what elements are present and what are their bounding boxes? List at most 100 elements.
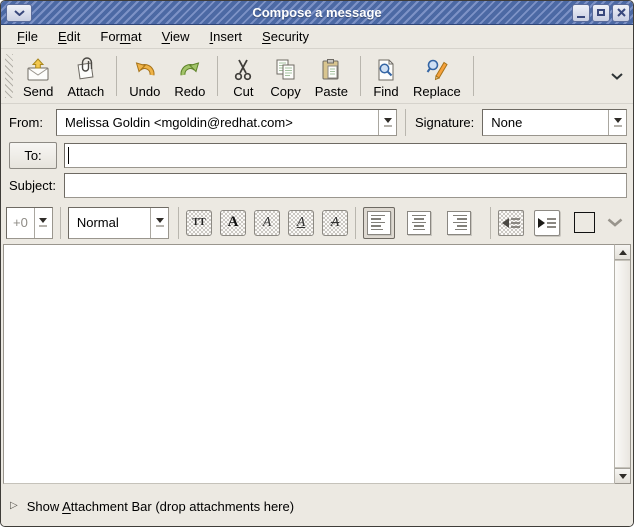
underline-toggle[interactable]: A [288, 210, 314, 236]
subject-input[interactable] [65, 174, 626, 197]
copy-button[interactable]: Copy [263, 51, 307, 101]
strikethrough-icon: A [331, 215, 340, 231]
strikethrough-toggle[interactable]: A [322, 210, 348, 236]
to-row: To: [1, 140, 633, 170]
attach-button[interactable]: Attach [60, 51, 111, 101]
redo-button[interactable]: Redo [167, 51, 212, 101]
italic-toggle[interactable]: A [254, 210, 280, 236]
subject-label: Subject: [9, 178, 56, 193]
to-input[interactable] [65, 144, 626, 167]
unindent-lines [511, 218, 520, 228]
send-button[interactable]: Send [16, 51, 60, 101]
undo-icon [132, 57, 158, 83]
toolbar-separator [473, 56, 474, 96]
menu-insert[interactable]: Insert [200, 25, 253, 48]
from-combobox[interactable]: Melissa Goldin <mgoldin@redhat.com> [56, 109, 397, 136]
menu-view[interactable]: View [152, 25, 200, 48]
row-separator [405, 109, 406, 136]
align-center-toggle[interactable] [403, 207, 435, 239]
indent-icon [538, 218, 545, 228]
undo-button[interactable]: Undo [122, 51, 167, 101]
indent-button[interactable] [534, 210, 560, 236]
paste-icon [318, 57, 344, 83]
redo-icon [177, 57, 203, 83]
attachment-bar-label[interactable]: Show Attachment Bar (drop attachments he… [27, 499, 294, 514]
format-toolbar: +0 Normal TT A A A A [1, 201, 633, 244]
toolbar-separator [360, 56, 361, 96]
tool-label: Cut [233, 84, 253, 99]
toolbar-drag-handle[interactable] [5, 54, 13, 98]
align-right-icon [447, 211, 471, 235]
align-center-icon [407, 211, 431, 235]
unindent-button[interactable] [498, 210, 524, 236]
menubar: File Edit Format View Insert Security [1, 25, 633, 49]
minimize-button[interactable] [572, 4, 590, 22]
replace-icon [424, 57, 450, 83]
from-value: Melissa Goldin <mgoldin@redhat.com> [57, 110, 378, 135]
align-right-toggle[interactable] [443, 207, 475, 239]
main-toolbar: Send Attach Undo Redo [1, 49, 633, 104]
tool-label: Replace [413, 84, 461, 99]
menu-edit[interactable]: Edit [48, 25, 90, 48]
toolbar-overflow-button[interactable] [607, 63, 627, 89]
scroll-down-button[interactable] [615, 468, 630, 483]
text-caret [68, 147, 69, 164]
find-icon [373, 57, 399, 83]
tool-label: Copy [270, 84, 300, 99]
paragraph-style-combobox[interactable]: Normal [68, 207, 169, 239]
toolbar-separator [116, 56, 117, 96]
to-entry[interactable] [64, 143, 627, 168]
message-body-editor[interactable] [3, 244, 615, 484]
toolbar-separator [217, 56, 218, 96]
dropdown-arrow-icon [34, 208, 52, 238]
menu-format[interactable]: Format [90, 25, 151, 48]
dropdown-arrow-icon [378, 110, 396, 135]
copy-icon [273, 57, 299, 83]
expander-triangle-icon[interactable]: ▷ [10, 501, 18, 511]
menu-file[interactable]: File [7, 25, 48, 48]
chevron-down-icon [14, 10, 25, 16]
menu-security[interactable]: Security [252, 25, 319, 48]
find-button[interactable]: Find [366, 51, 406, 101]
vertical-scrollbar[interactable] [615, 244, 631, 484]
tool-label: Find [373, 84, 398, 99]
window-menu-button[interactable] [6, 4, 32, 22]
signature-value: None [483, 110, 608, 135]
paragraph-style-value: Normal [69, 208, 150, 238]
align-left-toggle[interactable] [363, 207, 395, 239]
format-separator [60, 207, 61, 239]
send-icon [25, 57, 51, 83]
format-overflow-button[interactable] [605, 212, 625, 234]
typewriter-icon: TT [192, 217, 205, 228]
paste-button[interactable]: Paste [308, 51, 355, 101]
indent-lines [547, 218, 556, 228]
bold-icon: A [228, 214, 239, 231]
format-separator [490, 207, 491, 239]
replace-button[interactable]: Replace [406, 51, 468, 101]
arrow-down-icon [619, 474, 627, 479]
tool-label: Paste [315, 84, 348, 99]
font-size-combobox[interactable]: +0 [6, 207, 53, 239]
tool-label: Attach [67, 84, 104, 99]
typewriter-toggle[interactable]: TT [186, 210, 212, 236]
format-separator [178, 207, 179, 239]
close-button[interactable] [612, 4, 630, 22]
underline-icon: A [297, 215, 306, 231]
text-color-swatch[interactable] [574, 212, 595, 233]
scrollbar-thumb[interactable] [615, 260, 630, 468]
to-button[interactable]: To: [9, 142, 57, 169]
tool-label: Undo [129, 84, 160, 99]
italic-icon: A [263, 215, 272, 231]
tool-label: Send [23, 84, 53, 99]
dropdown-arrow-icon [150, 208, 168, 238]
dropdown-arrow-icon [608, 110, 626, 135]
window-title: Compose a message [1, 5, 633, 20]
titlebar[interactable]: Compose a message [1, 1, 633, 25]
maximize-button[interactable] [592, 4, 610, 22]
scroll-up-button[interactable] [615, 245, 630, 260]
signature-combobox[interactable]: None [482, 109, 627, 136]
attachment-bar: ▷ Show Attachment Bar (drop attachments … [1, 486, 633, 526]
cut-button[interactable]: Cut [223, 51, 263, 101]
subject-entry[interactable] [64, 173, 627, 198]
bold-toggle[interactable]: A [220, 210, 246, 236]
